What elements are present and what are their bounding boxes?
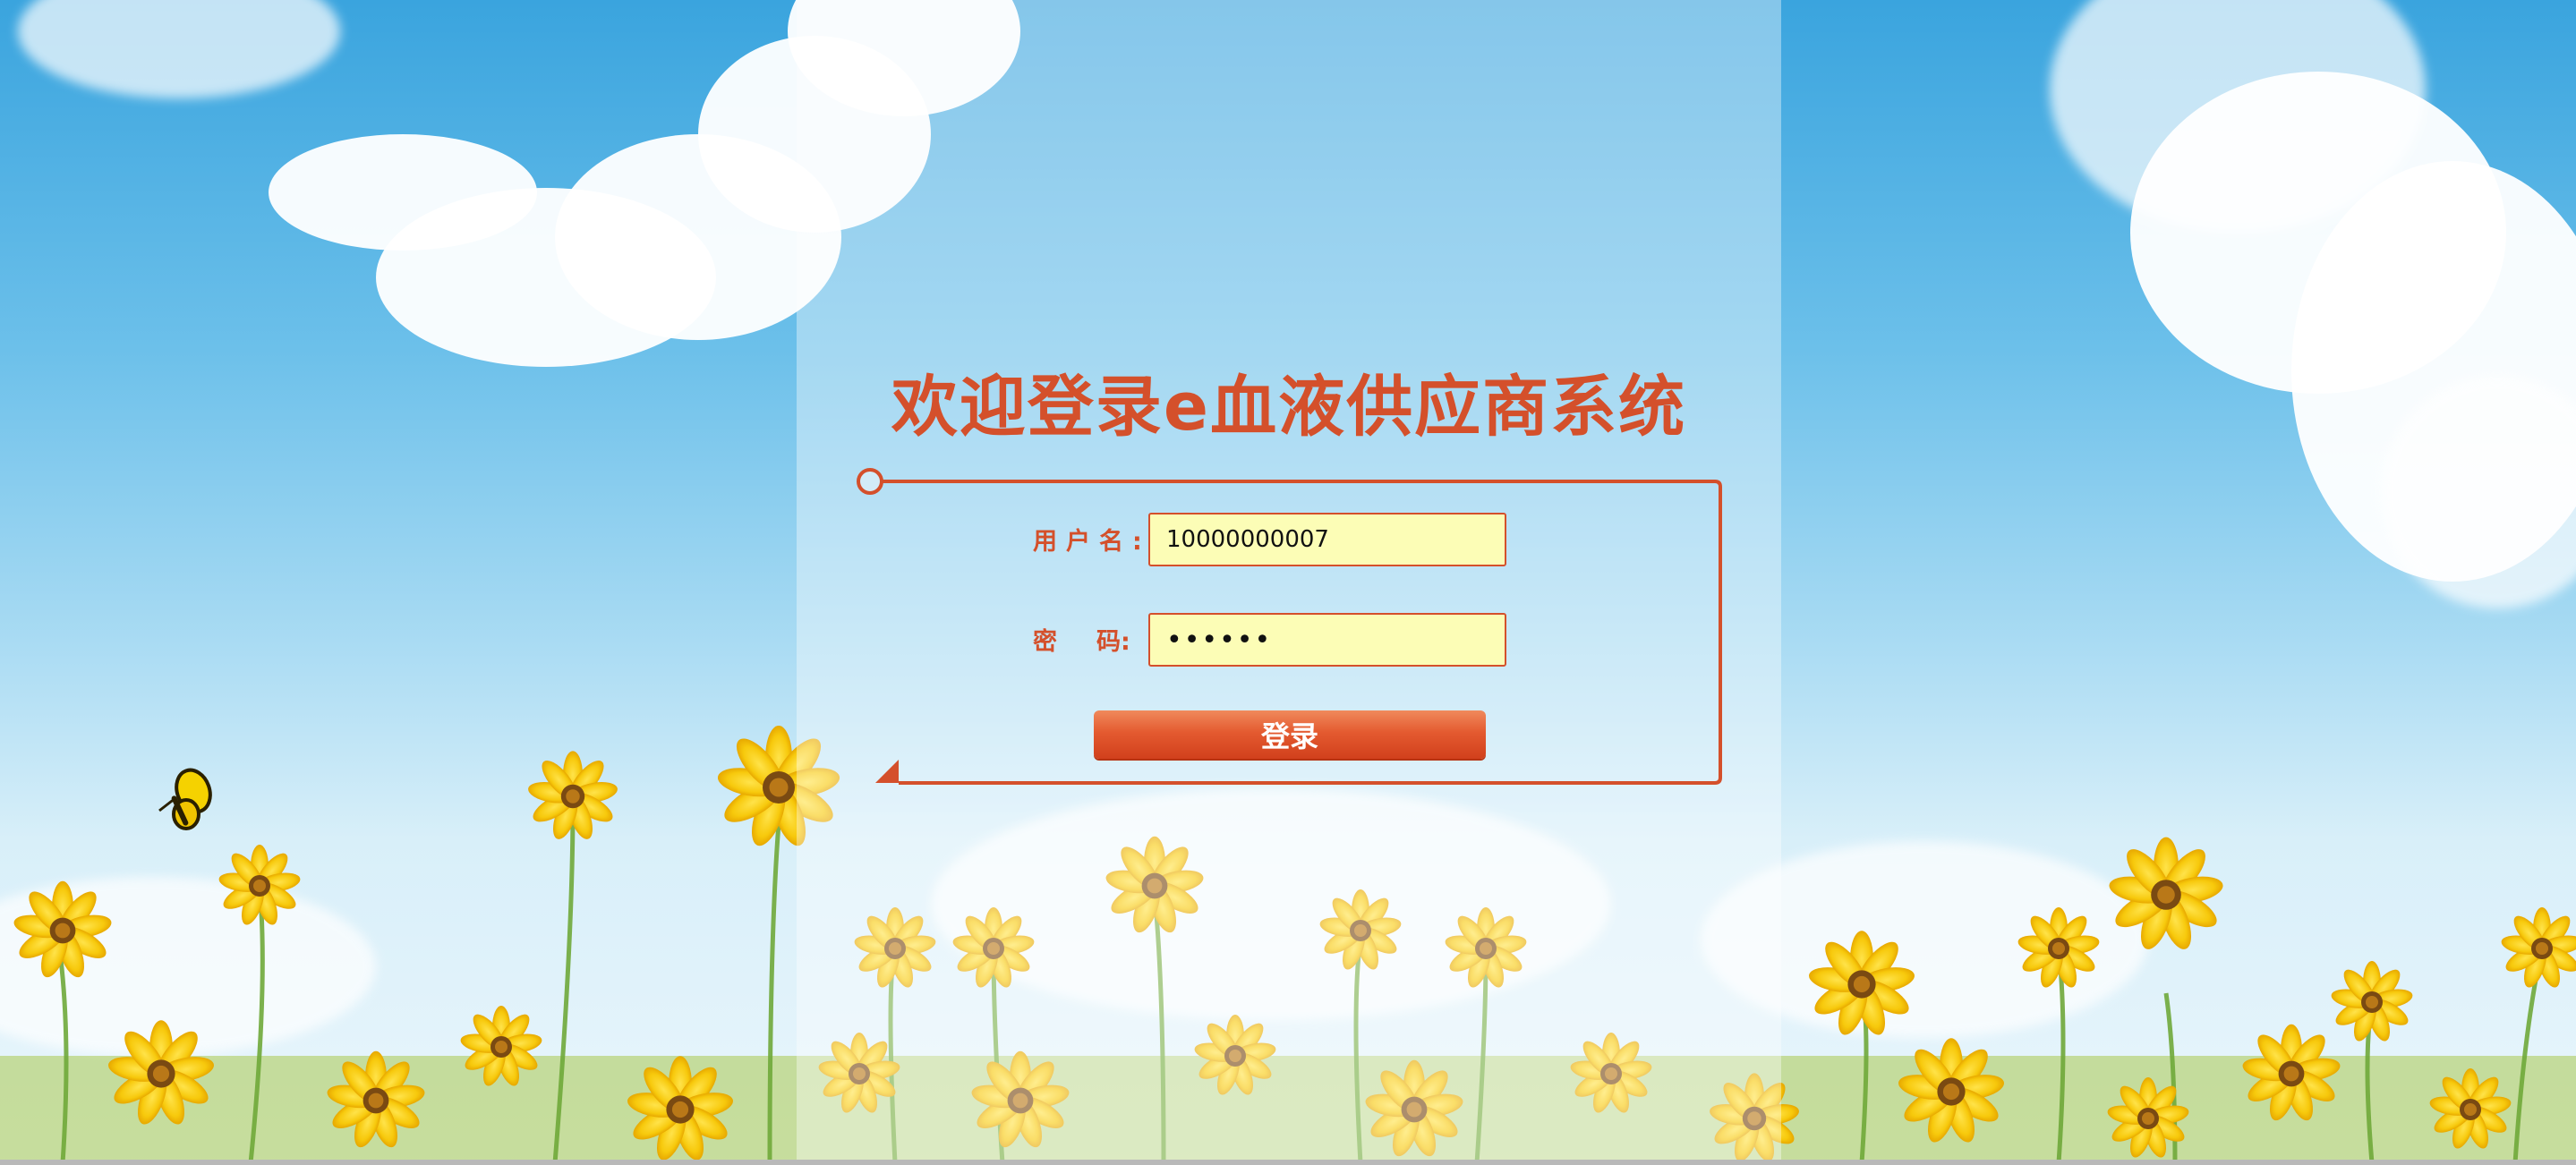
- password-label: 密 码:: [1033, 622, 1130, 657]
- page-title: 欢迎登录e血液供应商系统: [891, 369, 1687, 446]
- login-button[interactable]: 登录: [1094, 710, 1486, 759]
- username-input[interactable]: [1148, 513, 1506, 566]
- password-label-right: 码:: [1096, 628, 1130, 656]
- password-label-left: 密: [1033, 628, 1057, 656]
- bottom-border: [0, 1160, 2576, 1165]
- login-page: 欢迎登录e血液供应商系统 用户名: 密 码: 登录: [0, 0, 2576, 1165]
- circle-marker-icon: [857, 468, 883, 495]
- butterfly-icon: [158, 768, 212, 830]
- password-input[interactable]: [1148, 613, 1506, 667]
- username-label: 用户名:: [1033, 528, 1151, 556]
- triangle-pointer-icon: [875, 760, 899, 783]
